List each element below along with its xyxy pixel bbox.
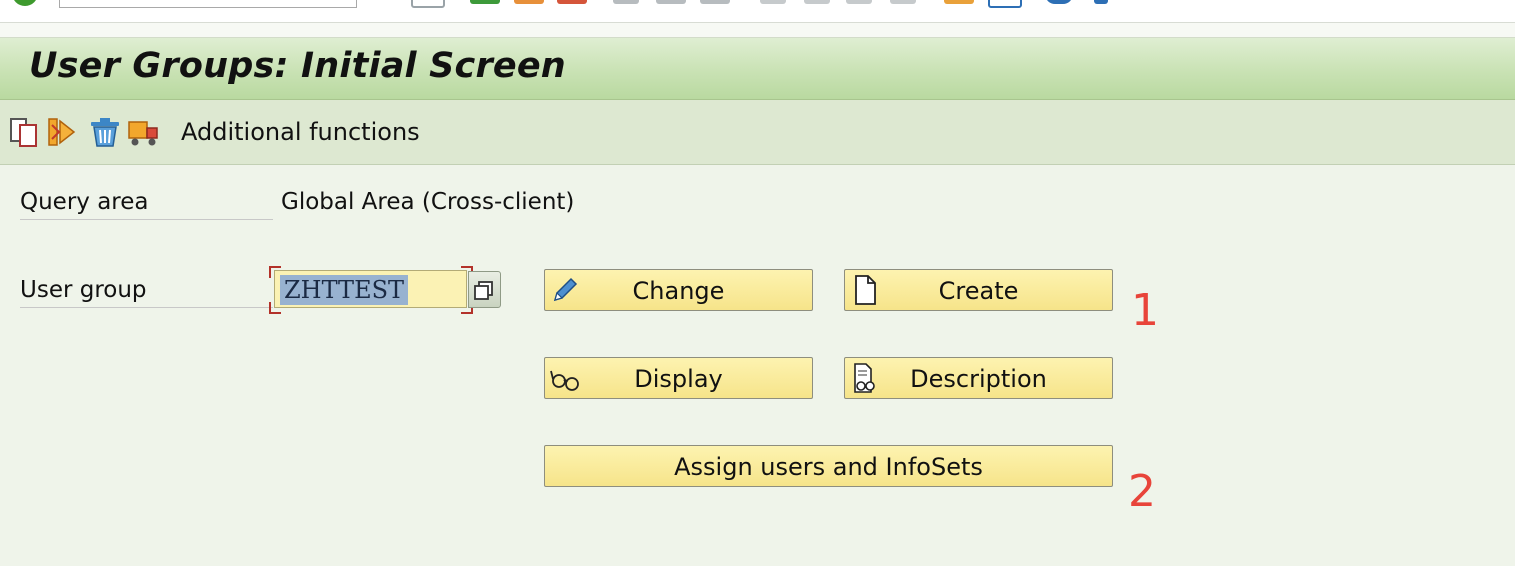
previous-page-icon[interactable] bbox=[804, 0, 830, 4]
create-button[interactable]: Create bbox=[844, 269, 1113, 311]
cancel-icon[interactable] bbox=[557, 0, 587, 4]
transport-icon[interactable] bbox=[126, 116, 160, 148]
user-group-input[interactable]: ZHTTEST bbox=[274, 270, 467, 308]
back-icon[interactable] bbox=[470, 0, 500, 4]
annotation-marker-1: 1 bbox=[1131, 285, 1159, 336]
find-next-icon[interactable] bbox=[700, 0, 730, 4]
user-group-field[interactable]: ZHTTEST bbox=[269, 266, 473, 314]
description-button-label: Description bbox=[910, 365, 1047, 393]
find-icon[interactable] bbox=[656, 0, 686, 4]
title-bar: User Groups: Initial Screen bbox=[0, 38, 1515, 100]
description-button[interactable]: Description bbox=[844, 357, 1113, 399]
user-group-value[interactable]: ZHTTEST bbox=[280, 275, 409, 305]
display-button-label: Display bbox=[634, 365, 723, 393]
value-help-icon bbox=[474, 281, 493, 300]
query-area-label: Query area bbox=[20, 189, 273, 220]
toolbar-divider bbox=[0, 23, 1515, 38]
page-title: User Groups: Initial Screen bbox=[29, 46, 566, 86]
first-page-icon[interactable] bbox=[760, 0, 786, 4]
help-icon[interactable] bbox=[1045, 0, 1073, 4]
next-page-icon[interactable] bbox=[846, 0, 872, 4]
shortcut-icon[interactable] bbox=[988, 0, 1022, 8]
rename-icon[interactable] bbox=[46, 116, 80, 148]
print-icon[interactable] bbox=[613, 0, 639, 4]
copy-icon[interactable] bbox=[8, 116, 42, 148]
annotation-marker-2: 2 bbox=[1128, 466, 1156, 517]
exit-icon[interactable] bbox=[514, 0, 544, 4]
value-help-button[interactable] bbox=[468, 271, 501, 308]
user-group-label: User group bbox=[20, 277, 273, 308]
display-button[interactable]: Display bbox=[544, 357, 813, 399]
application-toolbar: Additional functions bbox=[0, 100, 1515, 165]
additional-functions-menu[interactable]: Additional functions bbox=[181, 118, 420, 146]
focus-corner bbox=[269, 266, 281, 278]
change-button-label: Change bbox=[632, 277, 725, 305]
query-area-value: Global Area (Cross-client) bbox=[281, 189, 575, 215]
save-icon[interactable] bbox=[411, 0, 445, 8]
last-page-icon[interactable] bbox=[890, 0, 916, 4]
system-toolbar bbox=[0, 0, 1515, 23]
focus-corner bbox=[269, 302, 281, 314]
delete-icon[interactable] bbox=[88, 116, 122, 148]
command-field[interactable] bbox=[59, 0, 357, 8]
new-session-icon[interactable] bbox=[944, 0, 974, 4]
layout-icon[interactable] bbox=[1094, 0, 1108, 4]
assign-button-label: Assign users and InfoSets bbox=[674, 453, 983, 481]
change-button[interactable]: Change bbox=[544, 269, 813, 311]
enter-icon[interactable] bbox=[12, 0, 38, 6]
assign-users-infosets-button[interactable]: Assign users and InfoSets bbox=[544, 445, 1113, 487]
create-button-label: Create bbox=[938, 277, 1019, 305]
